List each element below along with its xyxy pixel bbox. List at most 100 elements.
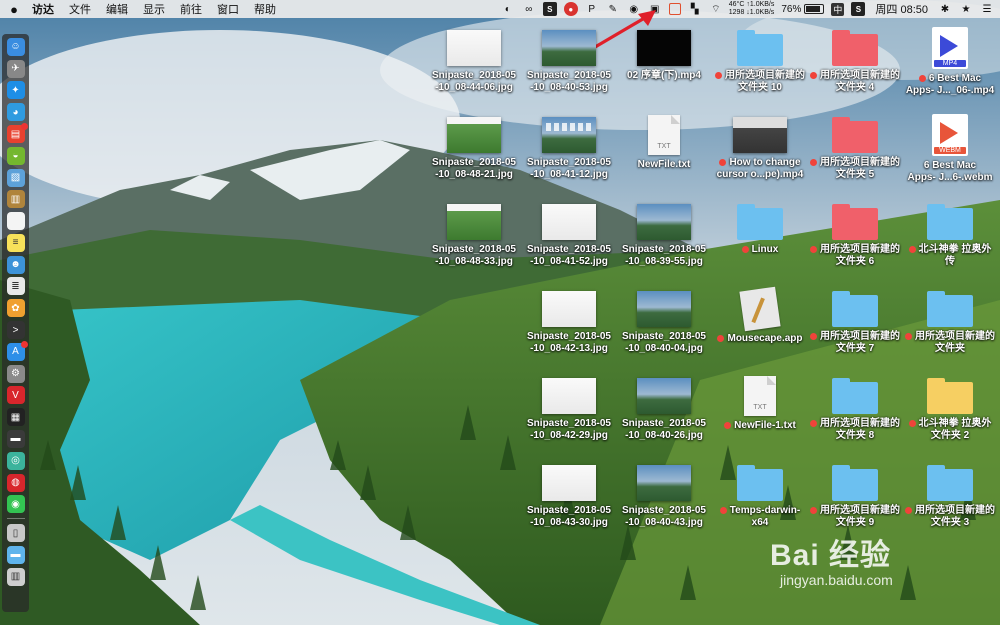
desktop-item[interactable]: Temps-darwin-x64 — [712, 461, 808, 529]
system-monitor[interactable]: 46°C ↑1.0KB/s 1298 ↓1.0KB/s — [729, 1, 775, 17]
spotlight-s-icon[interactable]: S — [851, 2, 866, 16]
desktop-item[interactable]: Snipaste_2018-05 -10_08-48-21.jpg — [426, 113, 522, 181]
desktop-item[interactable]: 用所选项目新建的 文件夹 — [902, 287, 998, 355]
sync-icon[interactable]: ◎ — [6, 451, 25, 470]
desktop-item[interactable]: Snipaste_2018-05 -10_08-39-55.jpg — [616, 200, 712, 268]
desktop-item[interactable]: Snipaste_2018-05 -10_08-48-33.jpg — [426, 200, 522, 268]
text-file-icon: TXT — [648, 115, 680, 155]
desktop-item[interactable]: 用所选项目新建的 文件夹 4 — [807, 26, 903, 94]
desktop-item[interactable]: Snipaste_2018-05 -10_08-40-04.jpg — [616, 287, 712, 355]
red-tag-icon — [810, 419, 817, 427]
console-icon[interactable]: ▬ — [6, 429, 25, 448]
trash-icon[interactable]: ▥ — [6, 567, 25, 586]
battery-status[interactable]: 76% — [781, 4, 825, 15]
contacts-icon[interactable]: ☻ — [6, 255, 25, 274]
document-icon[interactable]: ≣ — [6, 277, 25, 296]
desktop-item[interactable]: Snipaste_2018-05 -10_08-42-13.jpg — [521, 287, 617, 355]
menu-go[interactable]: 前往 — [180, 1, 202, 17]
desktop-item[interactable]: 用所选项目新建的 文件夹 7 — [807, 287, 903, 355]
activity-icon[interactable]: ▦ — [6, 408, 25, 427]
desktop-item[interactable]: Mousecape.app — [712, 286, 808, 345]
iphone-icon[interactable]: ▯ — [6, 524, 25, 543]
app-red-icon[interactable]: ● — [563, 2, 578, 16]
baidu-watermark: Bai 经验 jingyan.baidu.com — [770, 530, 893, 588]
label-line: Apps- J..._06-.mp4 — [905, 85, 995, 96]
toggle-icon[interactable]: ◐ — [501, 2, 515, 16]
desktop-item[interactable]: 用所选项目新建的 文件夹 8 — [807, 374, 903, 442]
menu-finder[interactable]: 访达 — [32, 1, 54, 17]
desktop-item-label: 02 序章(下).mp4 — [614, 70, 714, 82]
desktop-item[interactable]: 用所选项目新建的 文件夹 5 — [807, 113, 903, 181]
desktop-item[interactable]: 02 序章(下).mp4 — [616, 26, 712, 82]
qq-browser-icon[interactable]: ◕ — [6, 103, 25, 122]
list-icon[interactable]: ☰ — [980, 2, 994, 16]
desktop-item-label: 用所选项目新建的 文件夹 7 — [805, 331, 905, 355]
apple-menu-icon[interactable]: ● — [6, 2, 22, 17]
desktop-item[interactable]: TXT NewFile.txt — [616, 113, 712, 171]
desktop-item[interactable]: Linux — [712, 200, 808, 256]
notes-icon[interactable]: ≡ — [6, 233, 25, 252]
bookmark-icon[interactable]: ▚ — [688, 2, 702, 16]
desktop-item[interactable]: 用所选项目新建的 文件夹 10 — [712, 26, 808, 94]
label-line: 用所选项目新建的 — [820, 70, 900, 81]
desktop-item[interactable]: Snipaste_2018-05 -10_08-43-30.jpg — [521, 461, 617, 529]
safari-icon[interactable]: ✦ — [6, 81, 25, 100]
input-method[interactable]: 中 — [831, 2, 845, 16]
vivaldi-icon[interactable]: V — [6, 386, 25, 405]
desktop-item[interactable]: 用所选项目新建的 文件夹 3 — [902, 461, 998, 529]
label-line: 文件夹 3 — [930, 517, 970, 528]
menu-help[interactable]: 帮助 — [254, 1, 276, 17]
desktop-item[interactable]: 用所选项目新建的 文件夹 9 — [807, 461, 903, 529]
desktop-item[interactable]: Snipaste_2018-05 -10_08-41-12.jpg — [521, 113, 617, 181]
desktop-item[interactable]: Snipaste_2018-05 -10_08-44-06.jpg — [426, 26, 522, 94]
desktop-item[interactable]: Snipaste_2018-05 -10_08-40-43.jpg — [616, 461, 712, 529]
menu-file[interactable]: 文件 — [69, 1, 91, 17]
label-line: 文件夹 2 — [930, 430, 970, 441]
settings-icon[interactable]: ⚙ — [6, 364, 25, 383]
wechat-dock-icon[interactable]: ◉ — [6, 495, 25, 514]
android-icon[interactable]: ◒ — [6, 146, 25, 165]
calendar-icon[interactable]: ▤ — [6, 123, 28, 144]
desktop-item[interactable]: MP4 6 Best Mac Apps- J..._06-.mp4 — [902, 26, 998, 97]
folder-dock-icon[interactable]: ▬ — [6, 545, 25, 564]
preview-icon[interactable]: ▧ — [6, 168, 25, 187]
wifi-icon[interactable]: ⌔ — [709, 2, 723, 16]
desktop-item[interactable]: Snipaste_2018-05 -10_08-42-29.jpg — [521, 374, 617, 442]
label-line: Snipaste_2018-05 — [622, 505, 706, 516]
desktop-item[interactable]: 用所选项目新建的 文件夹 6 — [807, 200, 903, 268]
desktop-item[interactable]: 北斗神拳 拉奥外传 — [902, 200, 998, 268]
desktop-item-label: Snipaste_2018-05 -10_08-40-53.jpg — [519, 70, 619, 94]
netease-music-icon[interactable]: ◍ — [6, 473, 25, 492]
notebook-icon[interactable]: ▥ — [6, 190, 25, 209]
desktop-item[interactable]: Snipaste_2018-05 -10_08-40-53.jpg — [521, 26, 617, 94]
label-line: Snipaste_2018-05 — [622, 418, 706, 429]
star-icon[interactable]: ★ — [959, 2, 973, 16]
desktop-item[interactable]: How to change cursor o...pe).mp4 — [712, 113, 808, 181]
glasses-icon[interactable]: ∞ — [522, 2, 536, 16]
calendar-10-icon[interactable] — [6, 212, 25, 231]
grid-icon[interactable] — [668, 3, 681, 15]
s-icon[interactable]: S — [542, 2, 557, 16]
appstore-icon[interactable]: A — [6, 340, 28, 361]
menu-view[interactable]: 显示 — [143, 1, 165, 17]
finder-icon[interactable]: ☺ — [6, 37, 25, 56]
menubar-clock[interactable]: 周四 08:50 — [875, 1, 928, 17]
bluetooth-icon[interactable]: ✱ — [938, 2, 952, 16]
fan-speed: 1298 — [728, 9, 745, 16]
terminal-icon[interactable]: > — [6, 321, 25, 340]
desktop-item[interactable]: Snipaste_2018-05 -10_08-40-26.jpg — [616, 374, 712, 442]
desktop-item[interactable]: TXT NewFile-1.txt — [712, 374, 808, 432]
label-line: Linux — [751, 244, 779, 255]
menu-edit[interactable]: 编辑 — [106, 1, 128, 17]
desktop-item[interactable]: 北斗神拳 拉奥外 文件夹 2 — [902, 374, 998, 442]
photos-icon[interactable]: ✿ — [6, 299, 25, 318]
desktop-item-label: Snipaste_2018-05 -10_08-44-06.jpg — [424, 70, 524, 94]
desktop-item[interactable]: Snipaste_2018-05 -10_08-41-52.jpg — [521, 200, 617, 268]
launchpad-icon[interactable]: ✈ — [6, 59, 25, 78]
label-line: Snipaste_2018-05 — [527, 70, 611, 81]
menu-window[interactable]: 窗口 — [217, 1, 239, 17]
desktop-item[interactable]: WEBM 6 Best Mac Apps- J...6-.webm — [902, 113, 998, 184]
label-line: -10_08-44-06.jpg — [435, 82, 513, 93]
desktop-item-label: Snipaste_2018-05 -10_08-42-29.jpg — [519, 418, 619, 442]
label-line: 文件夹 7 — [835, 343, 875, 354]
